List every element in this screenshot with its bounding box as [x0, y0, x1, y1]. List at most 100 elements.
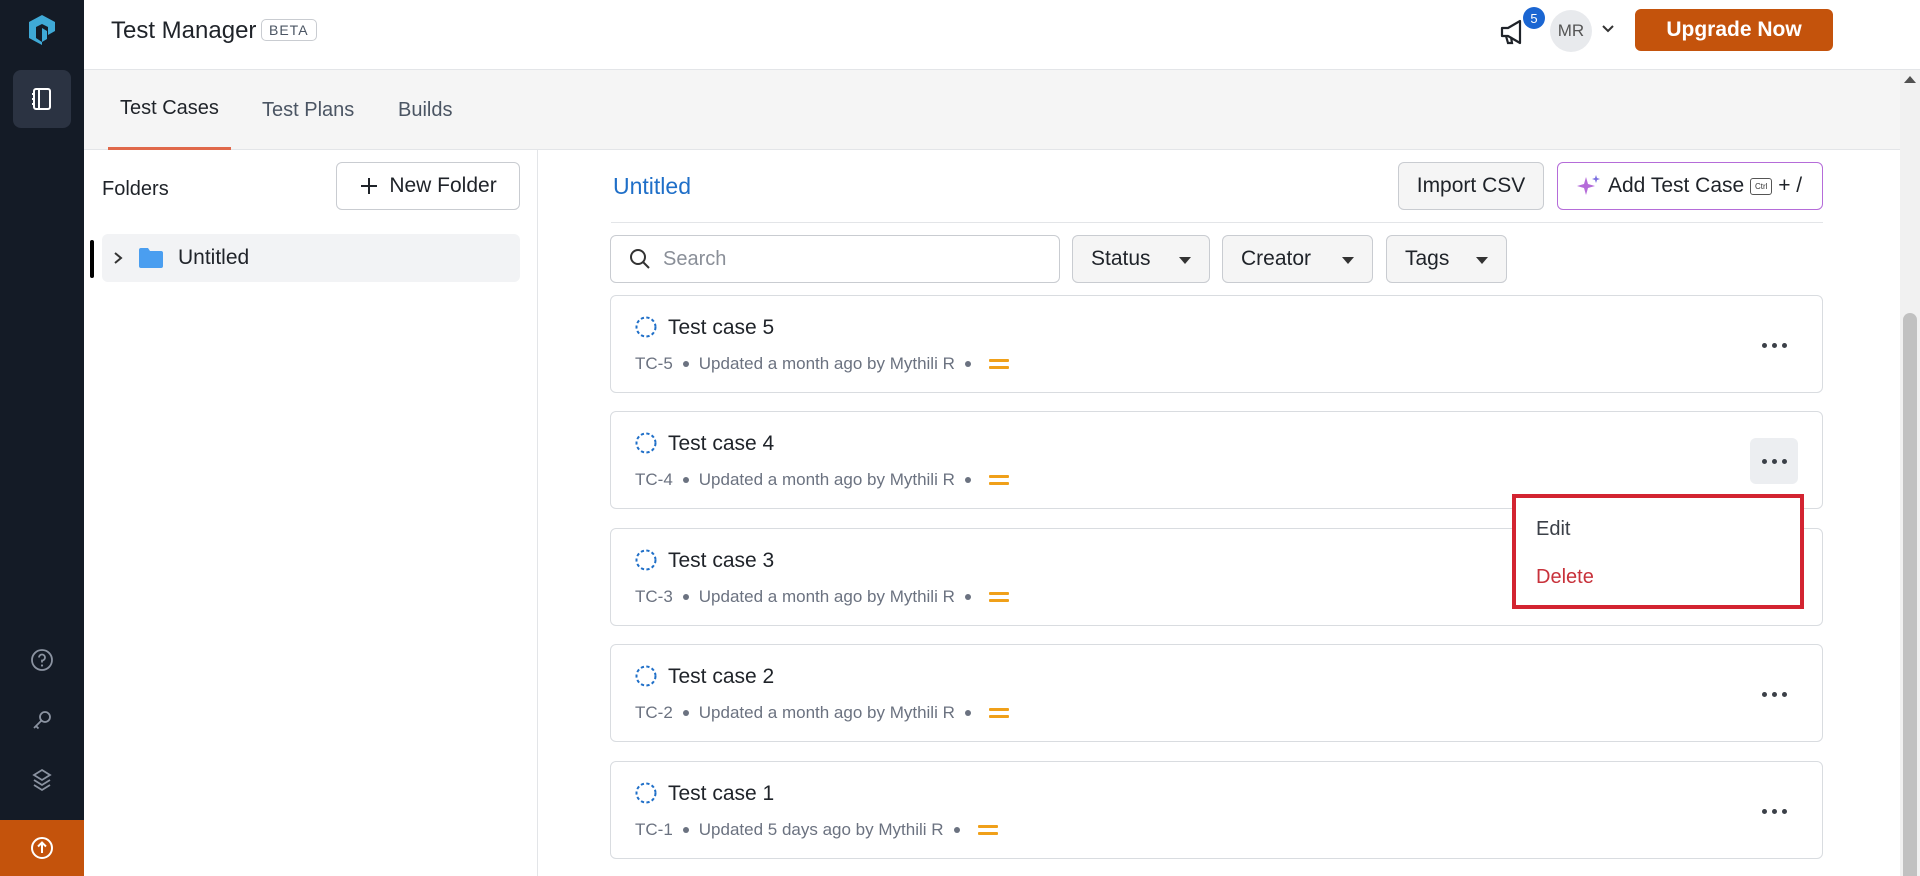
test-case-meta: TC-5 Updated a month ago by Mythili R — [635, 354, 1009, 374]
separator-dot — [964, 710, 971, 716]
edit-menu-item[interactable]: Edit — [1536, 518, 1570, 541]
search-icon — [630, 249, 650, 269]
separator-dot — [682, 477, 689, 483]
test-case-meta: TC-1 Updated 5 days ago by Mythili R — [635, 820, 998, 840]
test-case-row[interactable]: Test case 1 TC-1 Updated 5 days ago by M… — [610, 761, 1823, 859]
more-icon[interactable] — [1750, 438, 1798, 484]
more-icon[interactable] — [1750, 788, 1798, 834]
status-filter[interactable]: Status — [1072, 235, 1210, 283]
upgrade-rail-button[interactable] — [0, 820, 84, 876]
app-title: Test Manager — [111, 17, 257, 44]
separator-dot — [682, 827, 689, 833]
upload-icon — [31, 837, 53, 859]
priority-medium-icon — [988, 475, 1009, 485]
scrollbar-thumb[interactable] — [1903, 313, 1917, 876]
priority-medium-icon — [988, 708, 1009, 718]
status-icon — [635, 665, 657, 687]
separator-dot — [682, 361, 689, 367]
test-case-id: TC-4 — [635, 470, 673, 489]
help-icon[interactable] — [24, 642, 60, 678]
test-case-row[interactable]: Test case 2 TC-2 Updated a month ago by … — [610, 644, 1823, 742]
search-input[interactable] — [663, 247, 1043, 271]
test-case-id: TC-5 — [635, 354, 673, 373]
creator-filter-label: Creator — [1241, 247, 1312, 270]
folder-item[interactable]: Untitled — [102, 234, 520, 282]
left-rail — [0, 0, 84, 876]
folder-label: Untitled — [178, 246, 250, 269]
separator-dot — [964, 594, 971, 600]
status-icon — [635, 549, 657, 571]
test-case-title[interactable]: Test case 1 — [668, 782, 774, 806]
separator-dot — [964, 361, 971, 367]
tags-filter-label: Tags — [1405, 247, 1450, 270]
tab-builds[interactable]: Builds — [386, 70, 464, 150]
status-icon — [635, 316, 657, 338]
chevron-down-icon[interactable] — [1600, 20, 1616, 36]
divider — [611, 222, 1823, 223]
test-case-row[interactable]: Test case 5 TC-5 Updated a month ago by … — [610, 295, 1823, 393]
plus-icon — [361, 178, 378, 194]
folders-panel: Folders New Folder Untitled — [84, 150, 538, 876]
tab-test-cases[interactable]: Test Cases — [108, 70, 231, 150]
selected-folder-marker — [90, 240, 94, 278]
new-folder-button[interactable]: New Folder — [336, 162, 520, 210]
delete-menu-item[interactable]: Delete — [1536, 566, 1594, 589]
import-csv-button[interactable]: Import CSV — [1398, 162, 1544, 210]
shortcut-suffix: + / — [1778, 174, 1803, 197]
more-icon[interactable] — [1750, 671, 1798, 717]
test-case-title[interactable]: Test case 4 — [668, 432, 774, 456]
folder-title: Untitled — [613, 173, 691, 199]
separator-dot — [953, 827, 960, 833]
ctrl-key: Ctrl — [1750, 177, 1773, 195]
test-case-id: TC-1 — [635, 820, 673, 839]
upgrade-now-button[interactable]: Upgrade Now — [1635, 9, 1833, 51]
scrollbar[interactable] — [1900, 70, 1920, 876]
folder-icon — [139, 248, 163, 268]
add-test-case-label: Add Test Case — [1608, 174, 1745, 197]
caret-down-icon — [1476, 257, 1488, 264]
test-case-id: TC-2 — [635, 703, 673, 722]
test-case-updated: Updated a month ago by Mythili R — [698, 354, 955, 373]
test-case-meta: TC-2 Updated a month ago by Mythili R — [635, 703, 1009, 723]
tags-filter[interactable]: Tags — [1386, 235, 1507, 283]
sparkle-icon — [1577, 175, 1600, 195]
separator-dot — [964, 477, 971, 483]
test-case-meta: TC-3 Updated a month ago by Mythili R — [635, 587, 1009, 607]
creator-filter[interactable]: Creator — [1222, 235, 1373, 283]
beta-badge: BETA — [261, 19, 317, 41]
test-case-updated: Updated a month ago by Mythili R — [698, 703, 955, 722]
caret-down-icon — [1342, 257, 1354, 264]
add-test-case-button[interactable]: Add Test Case Ctrl + / — [1557, 162, 1823, 210]
new-folder-label: New Folder — [389, 174, 497, 197]
test-case-meta: TC-4 Updated a month ago by Mythili R — [635, 470, 1009, 490]
test-case-updated: Updated a month ago by Mythili R — [698, 587, 955, 606]
priority-medium-icon — [988, 592, 1009, 602]
separator-dot — [682, 594, 689, 600]
search-box[interactable] — [610, 235, 1060, 283]
status-icon — [635, 432, 657, 454]
test-case-title[interactable]: Test case 2 — [668, 665, 774, 689]
tab-bar: Test Cases Test Plans Builds — [84, 70, 1900, 150]
priority-medium-icon — [988, 359, 1009, 369]
context-menu: Edit Delete — [1512, 494, 1804, 609]
separator-dot — [682, 710, 689, 716]
integrations-icon[interactable] — [24, 762, 60, 798]
folders-title: Folders — [102, 178, 169, 200]
test-case-title[interactable]: Test case 3 — [668, 549, 774, 573]
logo-icon[interactable] — [24, 12, 60, 48]
status-filter-label: Status — [1091, 247, 1151, 270]
test-case-title[interactable]: Test case 5 — [668, 316, 774, 340]
notification-badge: 5 — [1523, 7, 1545, 29]
priority-medium-icon — [977, 825, 998, 835]
chevron-right-icon[interactable] — [108, 248, 128, 268]
test-case-updated: Updated a month ago by Mythili R — [698, 470, 955, 489]
scroll-up-arrow[interactable] — [1904, 76, 1916, 83]
test-manager-icon[interactable] — [13, 70, 71, 128]
tab-test-plans[interactable]: Test Plans — [250, 70, 366, 150]
avatar[interactable]: MR — [1550, 10, 1592, 52]
caret-down-icon — [1179, 257, 1191, 264]
key-icon[interactable] — [24, 702, 60, 738]
more-icon[interactable] — [1750, 322, 1798, 368]
test-case-updated: Updated 5 days ago by Mythili R — [698, 820, 944, 839]
status-icon — [635, 782, 657, 804]
